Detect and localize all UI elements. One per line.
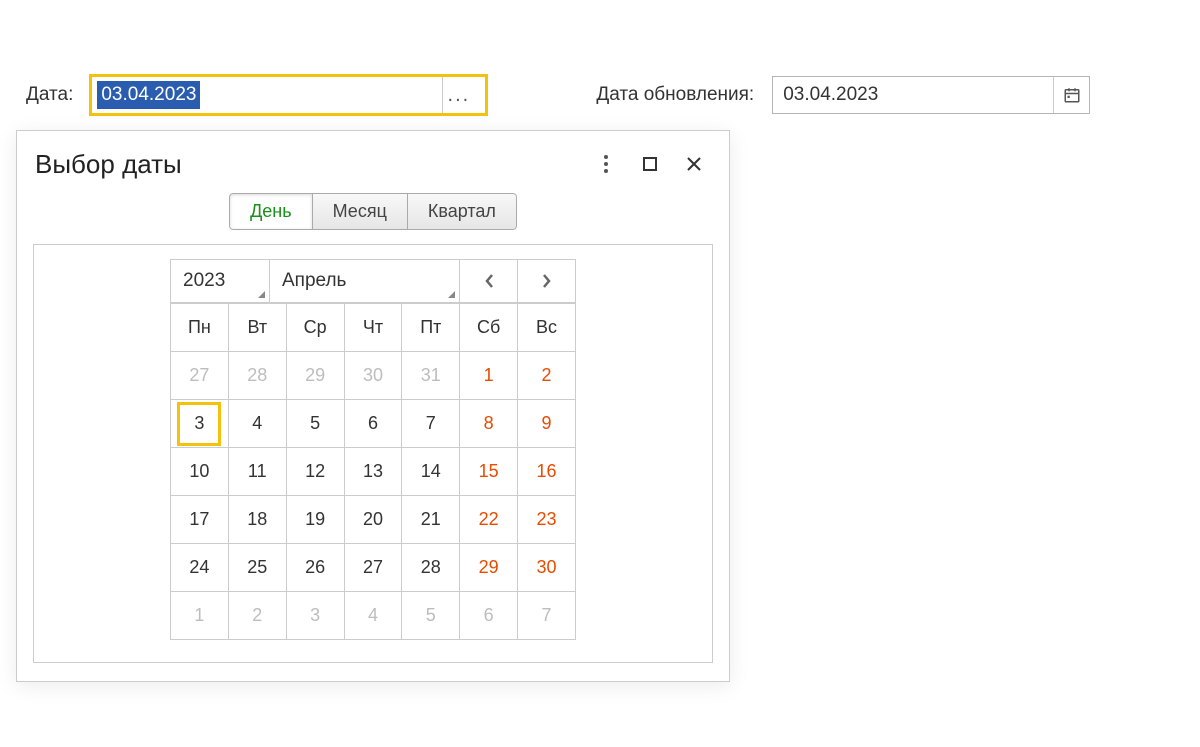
popup-header: Выбор даты — [17, 131, 729, 187]
calendar-day-cell[interactable]: 8 — [460, 400, 518, 448]
calendar-day-cell[interactable]: 2 — [518, 352, 576, 400]
calendar-day-cell[interactable]: 29 — [286, 352, 344, 400]
calendar-day-cell[interactable]: 6 — [460, 592, 518, 640]
weekday-header-row: ПнВтСрЧтПтСбВс — [171, 304, 576, 352]
calendar-day-cell[interactable]: 10 — [171, 448, 229, 496]
calendar-day-cell[interactable]: 12 — [286, 448, 344, 496]
square-icon — [642, 156, 658, 172]
weekday-header: Пн — [171, 304, 229, 352]
dots-vertical-icon — [603, 154, 609, 174]
date-field-block: Дата: 03.04.2023 ... — [26, 76, 486, 114]
calendar-day-cell[interactable]: 27 — [344, 544, 402, 592]
update-field-block: Дата обновления: 03.04.2023 — [596, 76, 1090, 114]
calendar-day-cell[interactable]: 22 — [460, 496, 518, 544]
dropdown-indicator-icon — [448, 291, 455, 298]
calendar-day-cell[interactable]: 7 — [518, 592, 576, 640]
popup-title: Выбор даты — [35, 149, 579, 180]
calendar-day-cell[interactable]: 3 — [286, 592, 344, 640]
weekday-header: Вт — [228, 304, 286, 352]
date-input-value[interactable]: 03.04.2023 — [97, 81, 200, 109]
calendar-day-cell[interactable]: 4 — [344, 592, 402, 640]
date-input[interactable]: 03.04.2023 — [92, 77, 442, 113]
view-tabs: День Месяц Квартал — [17, 193, 729, 230]
update-label: Дата обновления: — [596, 84, 754, 106]
month-selector[interactable]: Апрель — [270, 259, 460, 303]
calendar-grid: ПнВтСрЧтПтСбВс 2728293031123456789101112… — [170, 303, 576, 640]
calendar-day-cell[interactable]: 11 — [228, 448, 286, 496]
calendar-week-row: 1234567 — [171, 592, 576, 640]
calendar-day-cell[interactable]: 15 — [460, 448, 518, 496]
tab-quarter[interactable]: Квартал — [408, 193, 517, 230]
calendar-week-row: 24252627282930 — [171, 544, 576, 592]
popup-close-button[interactable] — [677, 147, 711, 181]
year-value: 2023 — [183, 270, 225, 292]
dropdown-indicator-icon — [258, 291, 265, 298]
date-input-wrapper: 03.04.2023 ... — [91, 76, 486, 114]
calendar-day-cell[interactable]: 25 — [228, 544, 286, 592]
calendar-day-cell[interactable]: 13 — [344, 448, 402, 496]
calendar-day-cell[interactable]: 6 — [344, 400, 402, 448]
date-picker-open-button[interactable]: ... — [442, 77, 474, 113]
calendar-day-cell[interactable]: 24 — [171, 544, 229, 592]
calendar-day-cell[interactable]: 30 — [518, 544, 576, 592]
calendar-day-cell[interactable]: 2 — [228, 592, 286, 640]
calendar-week-row: 17181920212223 — [171, 496, 576, 544]
calendar-day-cell[interactable]: 5 — [286, 400, 344, 448]
calendar-day-cell[interactable]: 14 — [402, 448, 460, 496]
weekday-header: Чт — [344, 304, 402, 352]
calendar-day-cell[interactable]: 20 — [344, 496, 402, 544]
calendar-day-cell[interactable]: 3 — [171, 400, 229, 448]
calendar-week-row: 3456789 — [171, 400, 576, 448]
calendar-day-cell[interactable]: 9 — [518, 400, 576, 448]
update-input[interactable]: 03.04.2023 — [773, 77, 1053, 113]
calendar-nav: 2023 Апрель — [170, 259, 576, 303]
calendar-day-cell[interactable]: 30 — [344, 352, 402, 400]
calendar-day-cell[interactable]: 1 — [171, 592, 229, 640]
top-fields-row: Дата: 03.04.2023 ... Дата обновления: 03… — [26, 76, 1174, 114]
tab-day[interactable]: День — [229, 193, 313, 230]
calendar-week-row: 272829303112 — [171, 352, 576, 400]
calendar-day-cell[interactable]: 1 — [460, 352, 518, 400]
date-picker-popup: Выбор даты День Месяц Квартал — [16, 130, 730, 682]
calendar-day-cell[interactable]: 23 — [518, 496, 576, 544]
calendar-day-cell[interactable]: 16 — [518, 448, 576, 496]
calendar-day-cell[interactable]: 31 — [402, 352, 460, 400]
tab-month[interactable]: Месяц — [313, 193, 408, 230]
popup-more-button[interactable] — [589, 147, 623, 181]
update-calendar-button[interactable] — [1053, 77, 1089, 113]
calendar-week-row: 10111213141516 — [171, 448, 576, 496]
calendar-day-cell[interactable]: 26 — [286, 544, 344, 592]
weekday-header: Сб — [460, 304, 518, 352]
calendar-day-cell[interactable]: 28 — [228, 352, 286, 400]
calendar-day-cell[interactable]: 19 — [286, 496, 344, 544]
weekday-header: Вс — [518, 304, 576, 352]
calendar-day-cell[interactable]: 21 — [402, 496, 460, 544]
calendar-day-cell[interactable]: 27 — [171, 352, 229, 400]
calendar-frame: 2023 Апрель ПнВтСрЧтПтСбВс 2728293031123… — [33, 244, 713, 663]
next-month-button[interactable] — [518, 259, 576, 303]
date-label: Дата: — [26, 84, 73, 106]
calendar-inner: 2023 Апрель ПнВтСрЧтПтСбВс 2728293031123… — [170, 259, 576, 640]
prev-month-button[interactable] — [460, 259, 518, 303]
calendar-day-cell[interactable]: 4 — [228, 400, 286, 448]
calendar-day-cell[interactable]: 7 — [402, 400, 460, 448]
calendar-day-cell[interactable]: 17 — [171, 496, 229, 544]
calendar-day-cell[interactable]: 5 — [402, 592, 460, 640]
ellipsis-icon: ... — [448, 84, 471, 107]
month-value: Апрель — [282, 270, 346, 292]
update-input-value: 03.04.2023 — [783, 84, 878, 106]
weekday-header: Пт — [402, 304, 460, 352]
weekday-header: Ср — [286, 304, 344, 352]
popup-maximize-button[interactable] — [633, 147, 667, 181]
calendar-day-cell[interactable]: 29 — [460, 544, 518, 592]
calendar-day-cell[interactable]: 18 — [228, 496, 286, 544]
calendar-day-cell[interactable]: 28 — [402, 544, 460, 592]
close-icon — [685, 155, 703, 173]
calendar-icon — [1063, 86, 1081, 104]
update-input-wrapper: 03.04.2023 — [772, 76, 1090, 114]
chevron-left-icon — [483, 272, 495, 290]
year-selector[interactable]: 2023 — [170, 259, 270, 303]
chevron-right-icon — [541, 272, 553, 290]
